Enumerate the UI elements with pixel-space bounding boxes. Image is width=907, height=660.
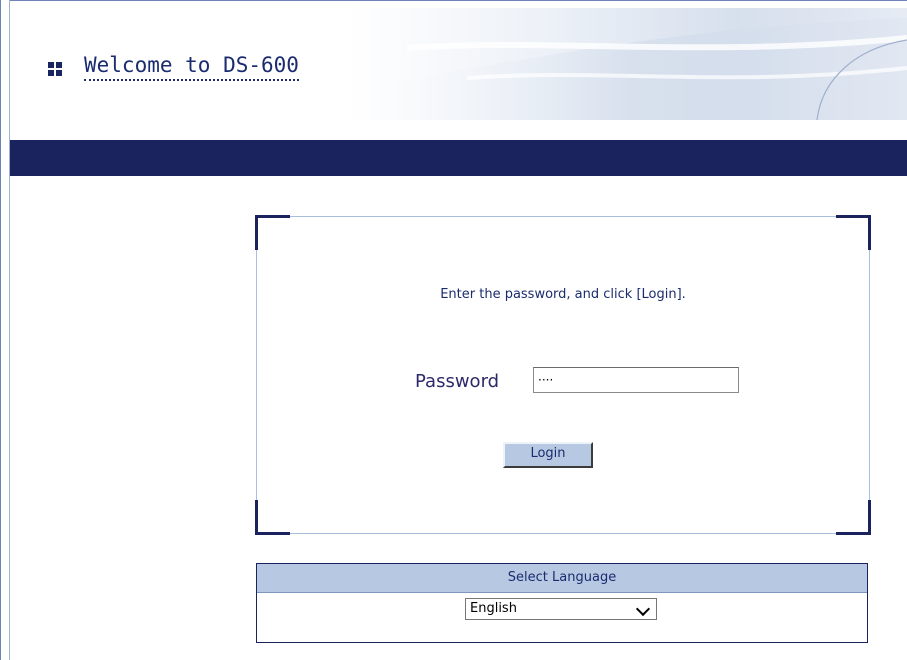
language-selected-value: English xyxy=(470,601,517,616)
language-panel: Select Language English xyxy=(256,563,868,643)
corner-top-left xyxy=(255,215,290,250)
password-label: Password xyxy=(415,371,500,392)
language-select[interactable]: English xyxy=(465,598,657,620)
chevron-down-icon xyxy=(635,601,651,617)
language-header: Select Language xyxy=(257,564,867,593)
login-button[interactable]: Login xyxy=(503,442,593,468)
left-frame-border xyxy=(0,0,10,660)
corner-bottom-right xyxy=(836,500,871,535)
login-panel: Enter the password, and click [Login]. P… xyxy=(255,215,871,535)
window-top-border xyxy=(0,0,907,8)
corner-bottom-left xyxy=(255,500,290,535)
grid-icon xyxy=(48,62,62,76)
password-field[interactable] xyxy=(533,367,739,393)
page-header: Welcome to DS-600 xyxy=(10,8,907,140)
page-title: Welcome to DS-600 xyxy=(84,53,299,81)
header-decoration xyxy=(347,8,907,120)
nav-bar xyxy=(10,140,907,176)
corner-top-right xyxy=(836,215,871,250)
login-instruction: Enter the password, and click [Login]. xyxy=(440,287,686,302)
